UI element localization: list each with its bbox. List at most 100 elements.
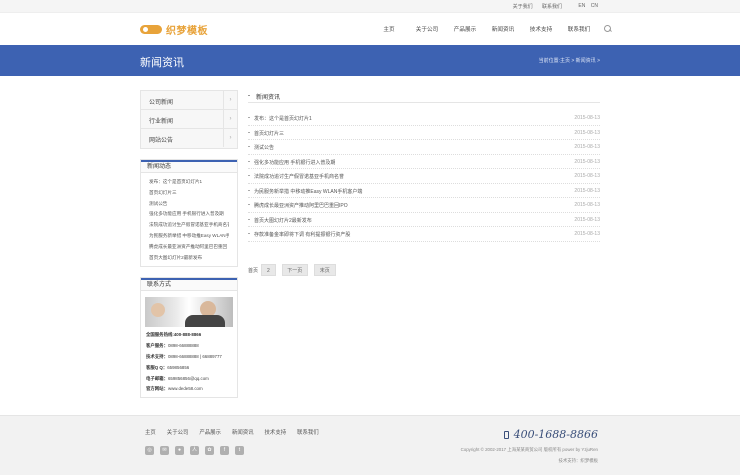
article-row[interactable]: 法院成功追讨生产假冒诺基亚手机商名誉 2015-08-13 xyxy=(248,169,600,184)
article-title[interactable]: 法院成功追讨生产假冒诺基亚手机商名誉 xyxy=(254,173,344,180)
lang-cn[interactable]: CN xyxy=(591,3,598,9)
article-date: 2015-08-13 xyxy=(574,216,600,223)
footer-nav: 主页 关于公司 产品展示 新闻资讯 技术支持 联系我们 xyxy=(145,428,330,436)
nav-news[interactable]: 新闻资讯 xyxy=(484,25,522,33)
footer-link-support[interactable]: 技术支持 xyxy=(265,428,287,436)
site-logo[interactable]: 织梦模板 xyxy=(140,23,208,37)
top-link-contact[interactable]: 联系我们 xyxy=(542,4,562,10)
contact-label: 客户服务： xyxy=(146,343,168,349)
pager-page-number[interactable]: 2 xyxy=(261,264,276,276)
contact-value[interactable]: www.dede58.com xyxy=(168,386,203,391)
article-row[interactable]: 存款准备金率即将下调 有利提振银行资产股 2015-08-13 xyxy=(248,227,600,242)
site-header: 织梦模板 主页 关于公司 产品展示 新闻资讯 技术支持 联系我们 xyxy=(0,13,740,45)
main-content: 新闻资讯 发布：这个是首页幻灯片1 2015-08-13 首页幻灯片三 2015-0… xyxy=(248,90,600,276)
news-link[interactable]: 首页幻灯片三 xyxy=(149,188,229,199)
article-row[interactable]: 首页大图幻灯片2最新发布 2015-08-13 xyxy=(248,213,600,227)
article-row[interactable]: 腾虎成长最亚洲资产推动阿里巴巴重回IPO 2015-08-13 xyxy=(248,198,600,213)
article-row[interactable]: 测试公告 2015-08-13 xyxy=(248,140,600,155)
news-box: 新闻动态 发布：这个是首页幻灯片1 首页幻灯片三 测试公告 强化多功能应用 手机… xyxy=(140,159,238,268)
weibo-icon[interactable]: ◎ xyxy=(145,446,154,455)
contact-value[interactable]: 659856856@qq.com xyxy=(168,376,209,381)
phone-number: 400-1688-8866 xyxy=(513,428,598,441)
pager-first[interactable]: 首页 xyxy=(248,267,258,274)
category-announcements[interactable]: 网站公告 › xyxy=(141,129,237,148)
search-icon[interactable] xyxy=(602,25,614,33)
article-date: 2015-08-13 xyxy=(574,173,600,179)
breadcrumb[interactable]: 当前位置:主页 > 新闻资讯 > xyxy=(539,57,600,64)
footer-link-products[interactable]: 产品展示 xyxy=(199,428,221,436)
bullet-icon xyxy=(248,189,250,191)
news-link[interactable]: 为民服务新举措 中移动推Easy WLAN手 xyxy=(149,231,229,242)
top-bar: 关于我们 联系我们 EN CN xyxy=(0,0,740,13)
category-nav: 公司新闻 › 行业新闻 › 网站公告 › xyxy=(140,90,238,149)
news-link[interactable]: 法院成功追讨生产假冒诺基亚手机商名誉 xyxy=(149,220,229,231)
contact-value: 0898-66888888 xyxy=(167,343,199,349)
renren-icon[interactable]: 人 xyxy=(190,446,199,455)
category-label: 网站公告 xyxy=(149,138,174,144)
contact-label: 客服Q Q： xyxy=(146,364,168,370)
footer-link-news[interactable]: 新闻资讯 xyxy=(232,428,254,436)
person-shape xyxy=(185,315,225,328)
douban-icon[interactable]: ✿ xyxy=(205,446,214,455)
article-row[interactable]: 为民服务新举措 中移动推Easy WLAN手机客户端 2015-08-13 xyxy=(248,184,600,198)
nav-support[interactable]: 技术支持 xyxy=(522,25,560,33)
article-title[interactable]: 为民服务新举措 中移动推Easy WLAN手机客户端 xyxy=(254,188,362,195)
contact-email: 电子邮箱：659856856@qq.com xyxy=(146,374,232,385)
article-title[interactable]: 测试公告 xyxy=(254,144,274,151)
pagination: 首页 2 下一页 末页 xyxy=(248,264,342,276)
article-date: 2015-08-13 xyxy=(574,158,600,165)
category-industry-news[interactable]: 行业新闻 › xyxy=(141,110,237,129)
article-row[interactable]: 发布：这个是首页幻灯片1 2015-08-13 xyxy=(248,111,600,126)
language-switcher: EN CN xyxy=(578,3,598,9)
bullet-icon xyxy=(248,160,250,162)
pager-last[interactable]: 末页 xyxy=(313,264,336,276)
article-list: 发布：这个是首页幻灯片1 2015-08-13 首页幻灯片三 2015-08-13 … xyxy=(248,111,600,242)
footer-link-home[interactable]: 主页 xyxy=(145,428,156,436)
article-title[interactable]: 首页幻灯片三 xyxy=(254,130,284,137)
contact-value: 400-888-8866 xyxy=(173,332,202,338)
lang-en[interactable]: EN xyxy=(578,3,585,9)
article-title[interactable]: 首页大图幻灯片2最新发布 xyxy=(254,217,312,224)
twitter-icon[interactable]: t xyxy=(235,446,244,455)
pager-next[interactable]: 下一页 xyxy=(281,264,308,276)
nav-contact[interactable]: 联系我们 xyxy=(560,25,598,33)
footer-link-about[interactable]: 关于公司 xyxy=(167,428,189,436)
contact-hotline: 全国服务热线:400-888-8866 xyxy=(146,330,232,341)
nav-about[interactable]: 关于公司 xyxy=(408,25,446,33)
facebook-icon[interactable]: f xyxy=(220,446,229,455)
nav-home[interactable]: 主页 xyxy=(370,25,408,33)
top-link-about[interactable]: 关于我们 xyxy=(513,4,533,10)
qq-icon[interactable]: ● xyxy=(175,446,184,455)
article-title[interactable]: 存款准备金率即将下调 有利提振银行资产股 xyxy=(254,231,350,238)
wechat-icon[interactable]: ✉ xyxy=(160,446,169,455)
article-title[interactable]: 强化多功能应用 手机银行进入普及期 xyxy=(254,159,335,166)
customer-service-image xyxy=(145,297,233,328)
bullet-icon xyxy=(248,233,250,234)
contact-box: 联系方式 全国服务热线:400-888-8866 客户服务：0898-66888… xyxy=(140,277,238,399)
chevron-right-icon: › xyxy=(223,110,237,128)
nav-products[interactable]: 产品展示 xyxy=(446,25,484,33)
news-link[interactable]: 首页大图幻灯片2最新发布 xyxy=(149,253,229,264)
category-company-news[interactable]: 公司新闻 › xyxy=(141,91,237,110)
contact-box-title: 联系方式 xyxy=(141,278,237,292)
article-title[interactable]: 腾虎成长最亚洲资产推动阿里巴巴重回IPO xyxy=(254,202,348,209)
contact-label: 全国服务热线: xyxy=(146,332,174,338)
news-link[interactable]: 发布：这个是首页幻灯片1 xyxy=(149,177,229,188)
article-row[interactable]: 强化多功能应用 手机银行进入普及期 2015-08-13 xyxy=(248,155,600,169)
social-links: ◎ ✉ ● 人 ✿ f t xyxy=(145,446,250,455)
bullet-icon xyxy=(248,131,250,133)
article-title[interactable]: 发布：这个是首页幻灯片1 xyxy=(254,115,312,122)
section-header: 新闻资讯 xyxy=(248,90,600,103)
chevron-right-icon: › xyxy=(223,129,237,147)
article-date: 2015-08-13 xyxy=(574,129,600,136)
news-link[interactable]: 强化多功能应用 手机银行进入普及期 xyxy=(149,209,229,220)
article-date: 2015-08-13 xyxy=(574,202,600,208)
footer-link-contact[interactable]: 联系我们 xyxy=(297,428,319,436)
article-row[interactable]: 首页幻灯片三 2015-08-13 xyxy=(248,126,600,140)
site-footer: 主页 关于公司 产品展示 新闻资讯 技术支持 联系我们 ◎ ✉ ● 人 ✿ f … xyxy=(0,415,740,475)
news-list: 发布：这个是首页幻灯片1 首页幻灯片三 测试公告 强化多功能应用 手机银行进入普… xyxy=(141,173,237,266)
tech-support[interactable]: 技术支持：织梦模板 xyxy=(558,458,598,464)
news-link[interactable]: 测试公告 xyxy=(149,199,229,210)
section-title: 新闻资讯 xyxy=(256,95,281,101)
news-link[interactable]: 腾虎成长最亚洲资产推动阿里巴巴重回 xyxy=(149,242,229,253)
